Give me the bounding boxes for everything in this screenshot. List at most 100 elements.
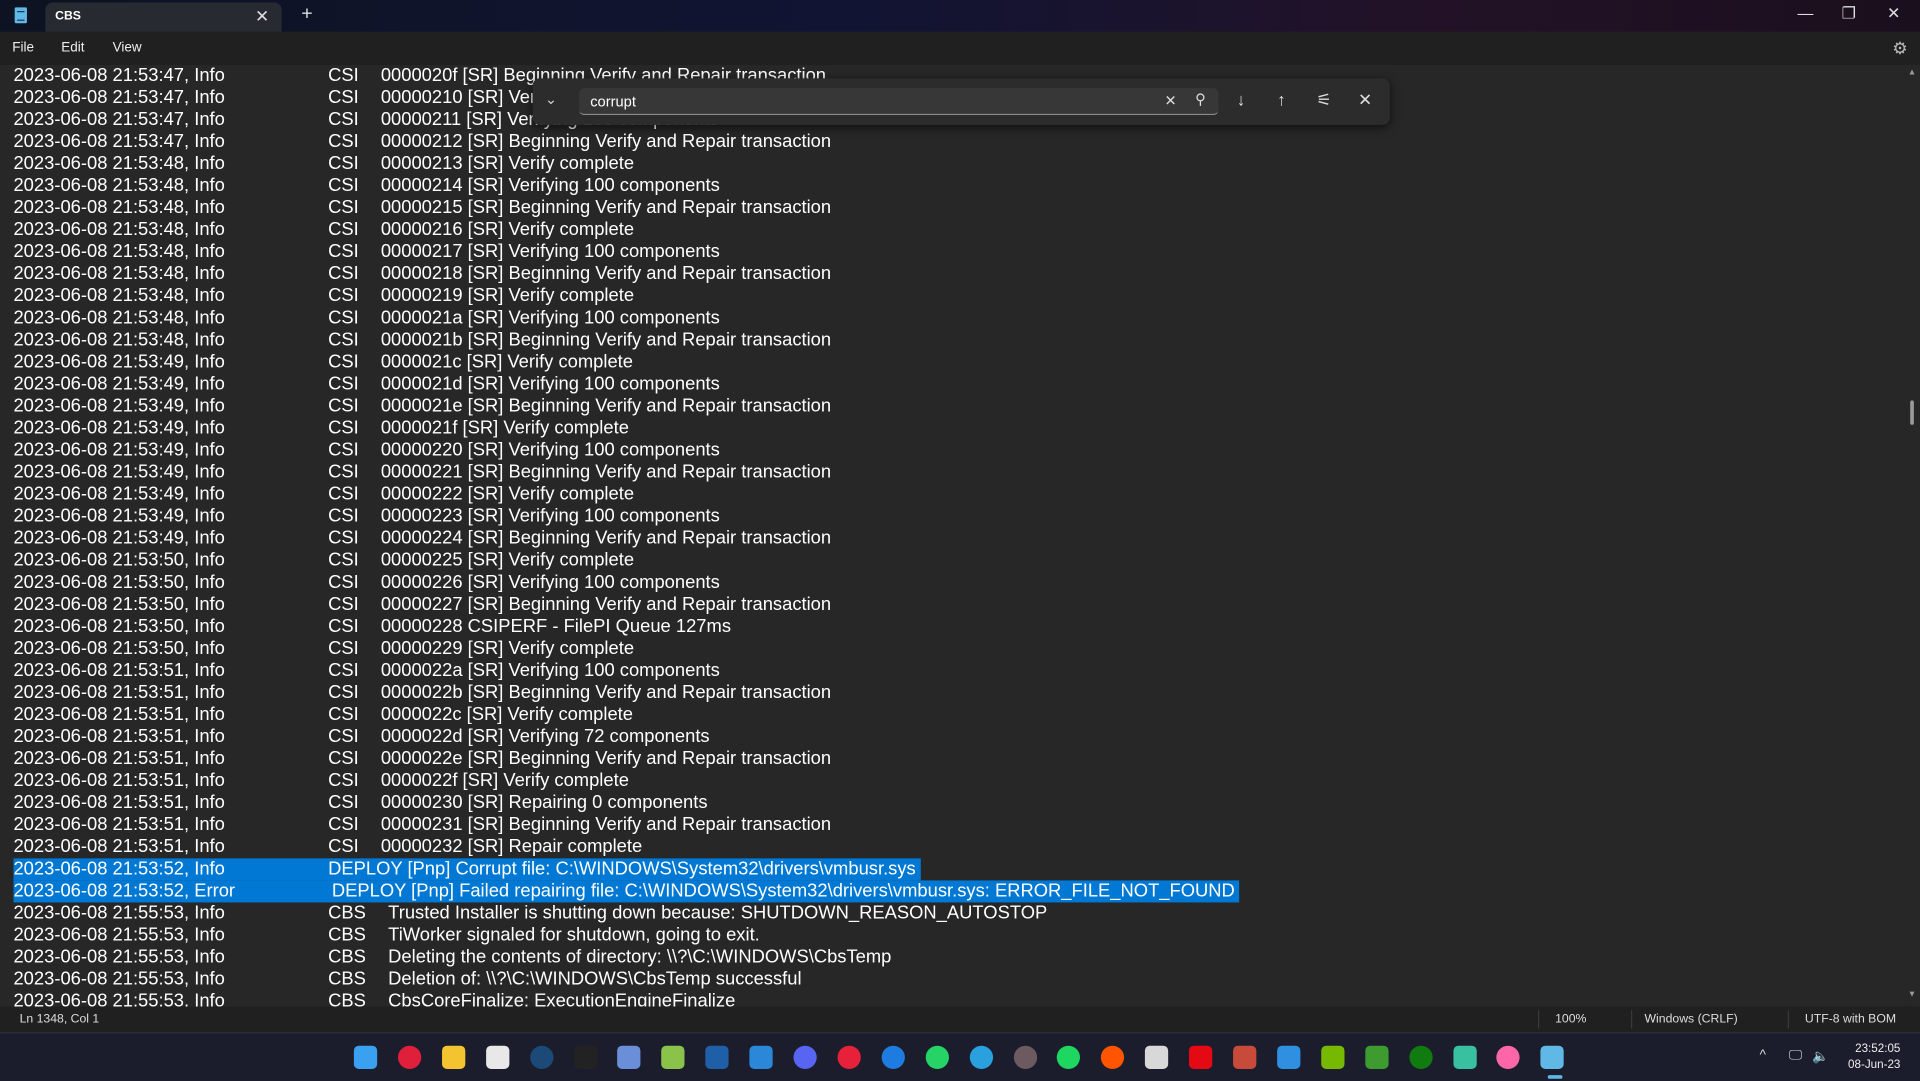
log-source: CSI — [328, 153, 359, 174]
log-line[interactable]: 2023-06-08 21:53:51, Info CSI 0000022d [SR… — [13, 726, 709, 748]
gear-icon[interactable]: ⚙ — [1892, 38, 1907, 59]
text-editor[interactable]: 2023-06-08 21:53:47, Info CSI 0000020f [SR… — [0, 64, 1906, 1007]
log-line[interactable]: 2023-06-08 21:53:49, Info CSI 00000220 [SR… — [13, 440, 719, 462]
close-tab-icon[interactable]: ✕ — [255, 6, 269, 27]
xbox-icon[interactable] — [1408, 1045, 1433, 1069]
log-line[interactable]: 2023-06-08 21:53:49, Info CSI 00000223 [SR… — [13, 506, 719, 528]
app-green-icon[interactable] — [1452, 1045, 1477, 1069]
file-explorer-icon[interactable] — [441, 1045, 466, 1069]
log-line[interactable]: 2023-06-08 21:53:51, Info CSI 0000022b [SR… — [13, 682, 831, 704]
network-icon[interactable]: 🖵 — [1789, 1048, 1802, 1064]
log-line[interactable]: 2023-06-08 21:53:48, Info CSI 00000213 [SR… — [13, 153, 634, 175]
log-line[interactable]: 2023-06-08 21:55:53, Info CBS TiWorker sig… — [13, 924, 759, 946]
new-tab-button[interactable]: + — [301, 4, 312, 26]
spotify-icon[interactable] — [1057, 1045, 1081, 1069]
log-line[interactable]: 2023-06-08 21:53:49, Info CSI 0000021f [SR… — [13, 418, 628, 440]
photos-icon[interactable] — [1277, 1045, 1301, 1069]
whatsapp-icon[interactable] — [925, 1045, 949, 1069]
log-line[interactable]: 2023-06-08 21:53:48, Info CSI 00000218 [SR… — [13, 263, 831, 285]
discord-icon[interactable] — [793, 1045, 817, 1069]
mail-icon[interactable] — [749, 1045, 773, 1069]
start-icon[interactable] — [353, 1045, 378, 1069]
find-previous-arrow-up-icon[interactable]: ↑ — [1277, 89, 1286, 109]
volume-icon[interactable]: 🔈 — [1812, 1048, 1829, 1064]
minimize-button[interactable]: — — [1798, 4, 1814, 22]
zoom-level[interactable]: 100% — [1555, 1013, 1586, 1026]
log-line[interactable]: 2023-06-08 21:53:48, Info CSI 00000214 [SR… — [13, 175, 719, 197]
notepad-icon[interactable] — [1540, 1045, 1565, 1069]
mouse-app-icon[interactable] — [705, 1045, 729, 1069]
log-line[interactable]: 2023-06-08 21:53:49, Info CSI 0000021e [SR… — [13, 396, 831, 418]
log-line[interactable]: 2023-06-08 21:55:53, Info CBS Deletion of:… — [13, 969, 801, 991]
telegram-icon[interactable] — [969, 1045, 993, 1069]
log-line[interactable]: 2023-06-08 21:53:49, Info CSI 00000221 [SR… — [13, 462, 831, 484]
bluestacks-icon[interactable] — [661, 1045, 685, 1069]
osu-icon[interactable] — [1496, 1045, 1521, 1069]
log-line[interactable]: 2023-06-08 21:53:51, Info CSI 0000022e [SR… — [13, 748, 831, 770]
log-line[interactable]: 2023-06-08 21:53:51, Info CSI 00000231 [SR… — [13, 814, 831, 836]
app-red-icon[interactable] — [837, 1045, 861, 1069]
app-blue-icon[interactable] — [881, 1045, 905, 1069]
scrollbar-thumb[interactable] — [1910, 400, 1914, 425]
log-line[interactable]: 2023-06-08 21:53:50, Info CSI 00000227 [SR… — [13, 594, 831, 616]
maximize-button[interactable]: ❐ — [1842, 4, 1856, 24]
close-find-icon[interactable]: ✕ — [1358, 89, 1372, 110]
nvidia-icon[interactable] — [1320, 1045, 1345, 1069]
log-line[interactable]: 2023-06-08 21:53:49, Info CSI 00000222 [SR… — [13, 484, 634, 506]
media-player-icon[interactable] — [1013, 1045, 1037, 1069]
tab-cbs[interactable]: CBS ✕ — [45, 2, 282, 32]
log-line[interactable]: 2023-06-08 21:53:50, Info CSI 00000229 [SR… — [13, 638, 634, 660]
log-line[interactable]: 2023-06-08 21:55:53, Info CBS Deleting the… — [13, 947, 891, 969]
log-line[interactable]: 2023-06-08 21:53:48, Info CSI 0000021b [SR… — [13, 329, 831, 351]
menu-view[interactable]: View — [113, 40, 142, 55]
log-line[interactable]: 2023-06-08 21:53:51, Info CSI 00000230 [SR… — [13, 792, 707, 814]
microsoft-store-icon[interactable] — [485, 1045, 510, 1069]
search-icon[interactable]: ⚲ — [1195, 91, 1206, 108]
steam-icon[interactable] — [529, 1045, 553, 1069]
log-line[interactable]: 2023-06-08 21:53:50, Info CSI 00000228 CSI… — [13, 616, 731, 638]
scroll-down-icon[interactable]: ▼ — [1908, 991, 1916, 1000]
log-line[interactable]: 2023-06-08 21:53:48, Info CSI 00000217 [SR… — [13, 241, 719, 263]
close-window-button[interactable]: ✕ — [1887, 4, 1900, 24]
log-line[interactable]: 2023-06-08 21:53:51, Info CSI 0000022c [SR… — [13, 704, 633, 726]
clock[interactable]: 23:52:05 08-Jun-23 — [1848, 1041, 1900, 1073]
log-line[interactable]: 2023-06-08 21:53:48, Info CSI 00000219 [SR… — [13, 285, 634, 307]
log-line[interactable]: 2023-06-08 21:53:51, Info CSI 0000022a [SR… — [13, 660, 719, 682]
log-line[interactable]: 2023-06-08 21:53:48, Info CSI 0000021a [SR… — [13, 307, 719, 329]
log-line[interactable]: 2023-06-08 21:53:51, Info CSI 00000232 [SR… — [13, 836, 642, 858]
vertical-scrollbar[interactable]: ▲ ▼ — [1905, 64, 1920, 1007]
scroll-up-icon[interactable]: ▲ — [1908, 69, 1916, 78]
log-line[interactable]: 2023-06-08 21:53:50, Info CSI 00000225 [SR… — [13, 550, 634, 572]
line-ending[interactable]: Windows (CRLF) — [1644, 1013, 1737, 1026]
show-hidden-icons-chevron[interactable]: ^ — [1760, 1048, 1766, 1063]
log-line[interactable]: 2023-06-08 21:53:52, Info DEPLOY [Pnp] Co… — [13, 858, 921, 881]
minecraft-icon[interactable] — [1364, 1045, 1389, 1069]
log-line[interactable]: 2023-06-08 21:55:53, Info CBS CbsCoreFinal… — [13, 991, 735, 1007]
expand-replace-chevron-icon[interactable]: ⌄ — [545, 91, 557, 108]
find-options-sliders-icon[interactable]: ⚟ — [1316, 89, 1331, 110]
log-line[interactable]: 2023-06-08 21:53:49, Info CSI 0000021d [SR… — [13, 373, 719, 395]
find-input[interactable] — [579, 88, 1219, 116]
log-line[interactable]: 2023-06-08 21:53:52, Error DEPLOY [Pnp] F… — [13, 880, 1240, 903]
roblox-icon[interactable] — [1145, 1045, 1169, 1069]
log-line[interactable]: 2023-06-08 21:53:49, Info CSI 0000021c [SR… — [13, 351, 633, 373]
log-line[interactable]: 2023-06-08 21:53:51, Info CSI 0000022f [SR… — [13, 770, 628, 792]
log-line[interactable]: 2023-06-08 21:53:48, Info CSI 00000215 [SR… — [13, 197, 831, 219]
log-line[interactable]: 2023-06-08 21:53:49, Info CSI 00000224 [SR… — [13, 528, 831, 550]
log-line[interactable]: 2023-06-08 21:53:50, Info CSI 00000226 [SR… — [13, 572, 719, 594]
log-message: 0000022a [SR] Verifying 100 components — [380, 660, 720, 681]
log-line[interactable]: 2023-06-08 21:55:53, Info CBS Trusted Inst… — [13, 902, 1047, 924]
menu-edit[interactable]: Edit — [61, 40, 84, 55]
soundcloud-icon[interactable] — [1101, 1045, 1125, 1069]
log-line[interactable]: 2023-06-08 21:53:47, Info CSI 00000212 [SR… — [13, 131, 831, 153]
log-line[interactable]: 2023-06-08 21:53:48, Info CSI 00000216 [SR… — [13, 219, 634, 241]
clear-search-icon[interactable]: ✕ — [1164, 92, 1176, 109]
app-icon[interactable] — [617, 1045, 641, 1069]
find-next-arrow-down-icon[interactable]: ↓ — [1237, 89, 1246, 109]
menu-file[interactable]: File — [12, 40, 34, 55]
opera-icon[interactable] — [397, 1045, 422, 1069]
game-icon[interactable] — [1233, 1045, 1257, 1069]
encoding[interactable]: UTF-8 with BOM — [1805, 1013, 1896, 1026]
netflix-icon[interactable] — [1189, 1045, 1213, 1069]
epic-games-icon[interactable] — [573, 1045, 597, 1069]
